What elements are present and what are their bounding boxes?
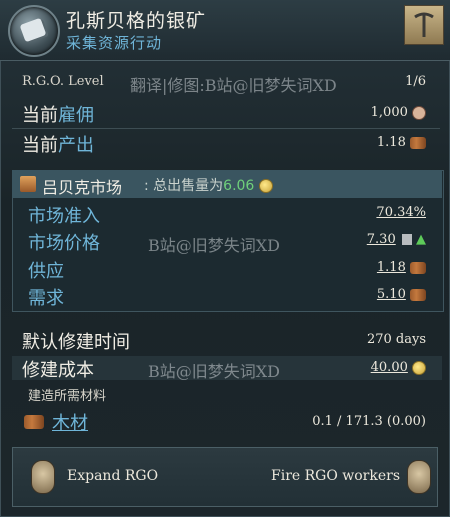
- supply-row: 供应 1.18: [14, 256, 438, 282]
- silver-ore-icon: [8, 5, 60, 57]
- silver-resource-icon: [410, 288, 426, 301]
- demand-value[interactable]: 5.10: [377, 287, 406, 302]
- build-cost-row: 修建成本 B站@旧梦失词XD 40.00: [14, 356, 438, 381]
- expand-icon: [31, 460, 55, 494]
- expand-rgo-button[interactable]: Expand RGO: [21, 456, 181, 496]
- wood-icon: [24, 415, 44, 429]
- material-name[interactable]: 木材: [52, 409, 88, 435]
- worker-icon: [412, 105, 426, 120]
- employment-value: 1,000: [370, 105, 408, 120]
- market-access-label: 市场准入: [28, 206, 100, 227]
- coin-icon: [412, 360, 426, 375]
- build-time-value: 270 days: [366, 332, 426, 347]
- material-row[interactable]: 木材 0.1 / 171.3 (0.00): [14, 408, 438, 434]
- panel-subtitle: 采集资源行动: [66, 34, 163, 52]
- market-sales-value: 6.06: [223, 178, 255, 194]
- panel-title: 孔斯贝格的银矿: [66, 10, 207, 32]
- supply-label: 供应: [28, 261, 64, 282]
- build-cost-label: 修建成本: [22, 360, 94, 381]
- market-name: 吕贝克市场: [42, 178, 123, 197]
- panel-header: 孔斯贝格的银矿 采集资源行动: [0, 0, 450, 61]
- watermark-build: B站@旧梦失词XD: [148, 362, 280, 381]
- output-label-prefix: 当前: [22, 135, 58, 156]
- rgo-level-label: R.G.O. Level: [22, 74, 104, 89]
- rgo-level-row: R.G.O. Level 翻译|修图:B站@旧梦失词XD 1/6: [14, 72, 438, 95]
- materials-header: 建造所需材料: [14, 384, 438, 404]
- divider: [12, 128, 440, 129]
- output-value: 1.18: [376, 135, 406, 150]
- market-price-row: 市场价格 B站@旧梦失词XD 7.30 ▲: [14, 228, 438, 255]
- pickaxe-icon[interactable]: [404, 5, 444, 45]
- build-time-row: 默认修建时间 270 days: [14, 327, 438, 353]
- watermark-market: B站@旧梦失词XD: [148, 236, 280, 255]
- demand-row: 需求 5.10: [14, 283, 438, 309]
- market-price-value[interactable]: 7.30: [367, 232, 396, 247]
- demand-label: 需求: [28, 288, 64, 309]
- market-sales-prefix: 总出售量为: [153, 178, 224, 194]
- material-value: 0.1 / 171.3 (0.00): [312, 414, 426, 429]
- output-label: 产出: [58, 135, 94, 156]
- fire-rgo-workers-label: Fire RGO workers: [271, 468, 401, 484]
- market-access-value[interactable]: 70.34%: [376, 205, 426, 220]
- silver-resource-icon: [410, 261, 426, 274]
- market-price-label: 市场价格: [28, 233, 100, 254]
- employment-label: 雇佣: [58, 105, 94, 126]
- materials-label: 建造所需材料: [28, 389, 107, 404]
- employment-row: 当前雇佣 1,000: [14, 100, 438, 126]
- watermark-top: 翻译|修图:B站@旧梦失词XD: [130, 76, 337, 95]
- build-time-label: 默认修建时间: [22, 332, 130, 353]
- silver-resource-icon: [410, 136, 426, 149]
- build-cost-value[interactable]: 40.00: [371, 360, 408, 375]
- output-row: 当前产出 1.18: [14, 130, 438, 156]
- up-arrow-icon: ▲: [416, 232, 426, 247]
- market-icon: [20, 176, 36, 192]
- fire-workers-icon: [407, 460, 431, 494]
- supply-value[interactable]: 1.18: [377, 260, 406, 275]
- market-access-row: 市场准入 70.34%: [14, 201, 438, 227]
- footer-actions: Expand RGO Fire RGO workers: [12, 447, 438, 507]
- coin-icon: [258, 179, 273, 193]
- expand-rgo-label: Expand RGO: [67, 468, 159, 484]
- employment-label-prefix: 当前: [22, 105, 58, 126]
- rgo-level-value: 1/6: [405, 74, 426, 89]
- fire-rgo-workers-button[interactable]: Fire RGO workers: [263, 456, 435, 496]
- price-trend-icon: [401, 234, 412, 245]
- market-header[interactable]: 吕贝克市场 : 总出售量为6.06: [12, 170, 442, 198]
